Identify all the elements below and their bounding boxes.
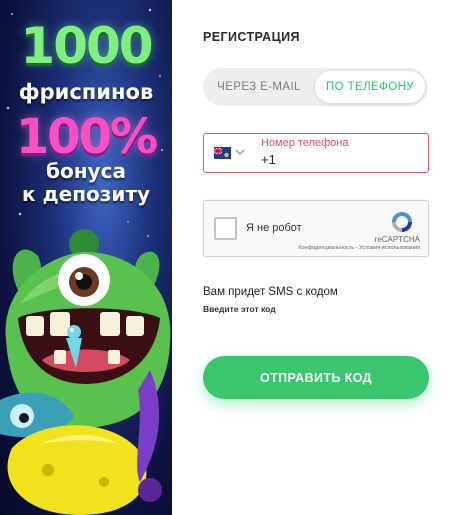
send-code-button[interactable]: ОТПРАВИТЬ КОД bbox=[203, 356, 429, 399]
registration-method-toggle: ЧЕРЕЗ E-MAIL ПО ТЕЛЕФОНУ bbox=[203, 68, 428, 106]
sms-info-text: Вам придет SMS с кодом bbox=[203, 286, 338, 298]
recaptcha-widget: Я не робот reCAPTCHA Конфиденциальность … bbox=[203, 200, 429, 257]
phone-field-label: Номер телефона bbox=[261, 137, 349, 149]
recaptcha-links[interactable]: Конфиденциальность - Условия использован… bbox=[298, 245, 420, 251]
tab-email[interactable]: ЧЕРЕЗ E-MAIL bbox=[203, 68, 315, 106]
recaptcha-label: Я не робот bbox=[246, 222, 302, 234]
banner-freespins-count: 1000 bbox=[20, 17, 153, 75]
phone-input[interactable]: +1 bbox=[261, 152, 276, 167]
banner-freespins-label: фриспинов bbox=[18, 80, 154, 104]
country-code-select[interactable] bbox=[204, 134, 256, 172]
tab-phone[interactable]: ПО ТЕЛЕФОНУ bbox=[315, 71, 425, 103]
sms-code-hint: Введите этот код bbox=[203, 304, 276, 314]
banner-bonus-label: бонуса bbox=[46, 159, 126, 183]
recaptcha-checkbox[interactable] bbox=[214, 217, 237, 240]
flag-icon bbox=[214, 147, 231, 159]
registration-title: РЕГИСТРАЦИЯ bbox=[203, 30, 300, 44]
promo-banner: 1000 фриспинов 100% бонуса к депозиту bbox=[0, 0, 172, 515]
recaptcha-brand: reCAPTCHA bbox=[374, 235, 420, 244]
chevron-down-icon bbox=[235, 149, 245, 155]
banner-bonus-percent: 100% bbox=[15, 109, 158, 165]
phone-field[interactable]: Номер телефона +1 bbox=[203, 133, 429, 173]
recaptcha-logo-icon bbox=[392, 212, 412, 232]
monster-illustration bbox=[0, 229, 171, 515]
banner-deposit-label: к депозиту bbox=[21, 182, 151, 206]
